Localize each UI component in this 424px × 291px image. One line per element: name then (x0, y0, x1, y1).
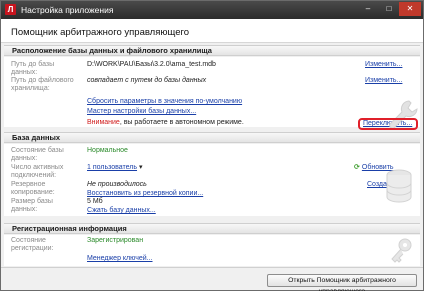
compress-db-link[interactable]: Сжать базу данных... (87, 207, 156, 215)
key-manager-link[interactable]: Менеджер ключей... (87, 255, 153, 263)
reg-state-label: Состояние регистрации: (11, 237, 54, 252)
warning-text: , вы работаете в автономном режиме. (119, 119, 244, 126)
footer-bar: Открыть Помощник арбитражного управляюще… (1, 267, 423, 291)
refresh-icon: ⟳ (354, 164, 360, 171)
header-area: Помощник арбитражного управляющего (1, 19, 423, 43)
key-icon (391, 238, 412, 263)
reset-defaults-link[interactable]: Сбросить параметры в значения по-умолчан… (87, 98, 242, 106)
section-header-registration: Регистрационная информация (4, 223, 420, 234)
backup-label: Резервное копирование: (11, 181, 55, 196)
section-header-db-location: Расположение базы данных и файлового хра… (4, 45, 420, 56)
section-header-database: База данных (4, 132, 420, 143)
warning-prefix: Внимание (87, 119, 120, 126)
db-state-label: Состояние базы данных: (11, 147, 64, 162)
restore-backup-link[interactable]: Восстановить из резервной копии... (87, 190, 203, 198)
storage-path-value: совпадает с путем до базы данных (87, 77, 207, 84)
offline-warning: Внимание, вы работаете в автономном режи… (87, 119, 244, 127)
db-size-value: 5 Мб (87, 198, 103, 205)
connections-label: Число активных подключений: (11, 164, 64, 179)
switch-highlight-frame (358, 118, 418, 130)
db-path-value: D:\WORK\PAU\Базы\3.2.0\ama_test.mdb (87, 61, 216, 68)
db-size-label: Размер базы данных: (11, 198, 53, 213)
window-title: Настройка приложения (21, 5, 114, 15)
reg-state-value: Зарегистрирован (87, 237, 144, 244)
close-button[interactable]: ✕ (399, 2, 421, 16)
minimize-button[interactable]: – (357, 2, 379, 16)
maximize-button[interactable]: □ (378, 2, 400, 16)
title-bar[interactable]: Л Настройка приложения – □ ✕ (1, 1, 423, 19)
app-icon: Л (5, 4, 16, 15)
page-title: Помощник арбитражного управляющего (11, 27, 190, 38)
open-app-button[interactable]: Открыть Помощник арбитражного управляюще… (267, 274, 417, 291)
connections-value: 1 пользователь ▾ (87, 164, 143, 172)
settings-window: Л Настройка приложения – □ ✕ Помощник ар… (0, 0, 424, 291)
change-storage-path-link[interactable]: Изменить... (365, 77, 402, 85)
database-icon (386, 169, 412, 203)
db-wizard-link[interactable]: Мастер настройки базы данных... (87, 108, 196, 116)
storage-path-label: Путь до файлового хранилища: (11, 77, 74, 92)
change-db-path-link[interactable]: Изменить... (365, 61, 402, 69)
db-state-value: Нормальное (87, 147, 128, 154)
connections-link[interactable]: 1 пользователь (87, 164, 137, 171)
connections-dropdown-icon[interactable]: ▾ (139, 164, 143, 171)
backup-value: Не производилось (87, 181, 147, 188)
db-path-label: Путь до базы данных: (11, 61, 55, 76)
